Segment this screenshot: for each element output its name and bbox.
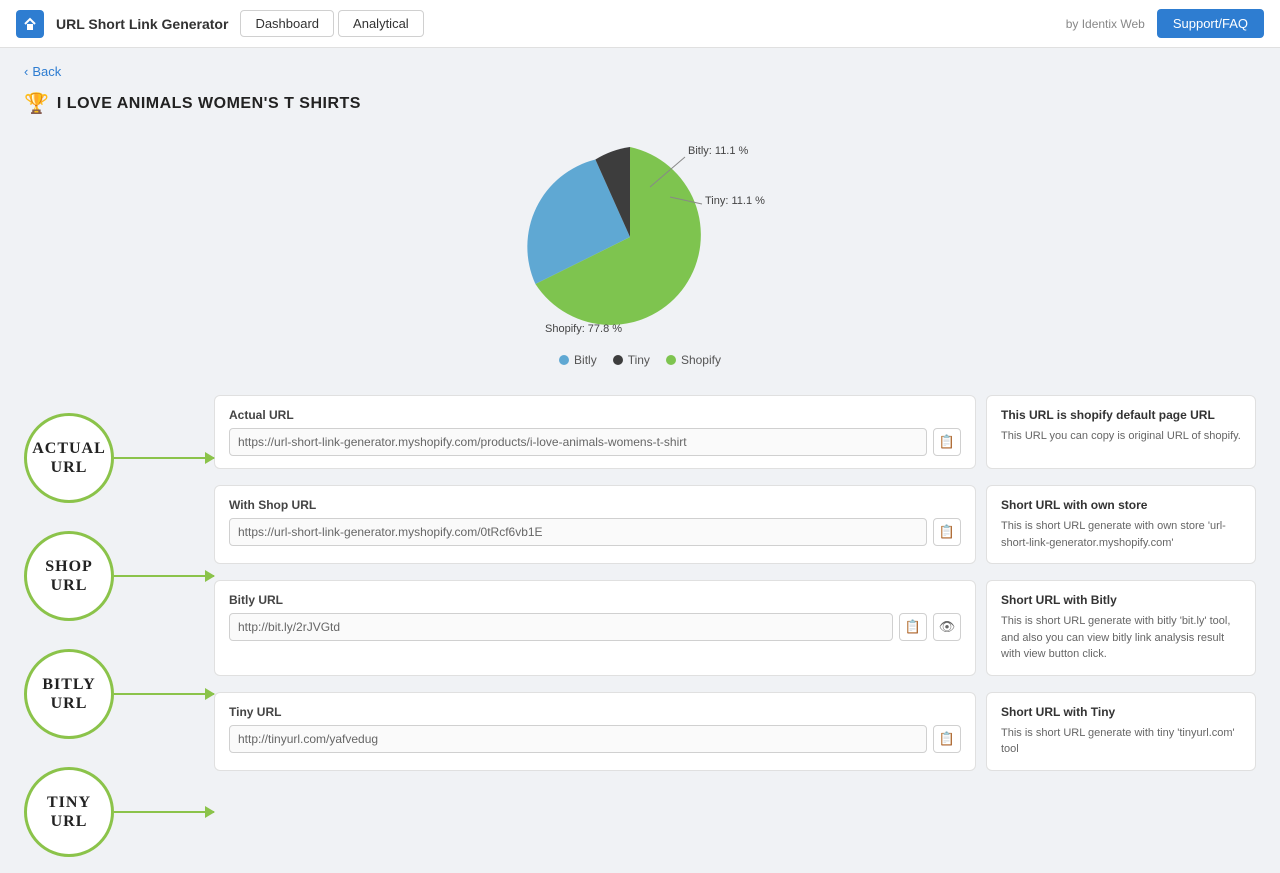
tiny-connector [114, 811, 214, 813]
back-link[interactable]: ‹ Back [24, 64, 61, 79]
chevron-left-icon: ‹ [24, 64, 28, 79]
shop-info-title: Short URL with own store [1001, 498, 1241, 512]
actual-info-card: This URL is shopify default page URL Thi… [986, 395, 1256, 469]
shop-url-bubble: Shop URL [24, 531, 114, 621]
bitly-dot [559, 355, 569, 365]
shopify-annotation: Shopify: 77.8 % [545, 323, 622, 335]
app-logo [16, 10, 44, 38]
shop-url-section: With Shop URL 📋 [214, 485, 976, 564]
shop-copy-button[interactable]: 📋 [933, 518, 961, 546]
legend-shopify: Shopify [666, 353, 721, 367]
actual-url-input-row: 📋 [229, 428, 961, 456]
bitly-row: Bitly URL 📋 👁 Short URL with Bitly This … [214, 580, 1256, 684]
actual-info-title: This URL is shopify default page URL [1001, 408, 1241, 422]
bitly-url-input[interactable] [229, 613, 893, 641]
tiny-info-text: This is short URL generate with tiny 'ti… [1001, 725, 1241, 758]
actual-bubble-wrapper: Actual URL [24, 413, 214, 503]
tiny-url-bubble: Tiny URL [24, 767, 114, 857]
shop-url-input-row: 📋 [229, 518, 961, 546]
legend-shopify-label: Shopify [681, 353, 721, 367]
pie-chart: Bitly: 11.1 % Tiny: 11.1 % Shopify: 77.8… [470, 132, 810, 342]
tiny-row: Tiny URL 📋 Short URL with Tiny This is s… [214, 692, 1256, 779]
bitly-url-input-row: 📋 👁 [229, 613, 961, 641]
tiny-copy-button[interactable]: 📋 [933, 725, 961, 753]
shop-info-card: Short URL with own store This is short U… [986, 485, 1256, 564]
bubbles-column: Actual URL Shop URL Bitly URL [24, 395, 214, 857]
header-nav: Dashboard Analytical [240, 10, 423, 37]
support-faq-button[interactable]: Support/FAQ [1157, 9, 1264, 38]
url-content-layout: Actual URL Shop URL Bitly URL [24, 395, 1256, 857]
chart-legend: Bitly Tiny Shopify [470, 353, 810, 367]
actual-url-bubble: Actual URL [24, 413, 114, 503]
pie-chart-wrapper: Bitly: 11.1 % Tiny: 11.1 % Shopify: 77.8… [470, 132, 810, 367]
tiny-dot [613, 355, 623, 365]
shop-connector [114, 575, 214, 577]
bitly-connector [114, 693, 214, 695]
shop-row: With Shop URL 📋 Short URL with own store… [214, 485, 1256, 572]
bitly-annotation: Bitly: 11.1 % [688, 145, 749, 157]
tiny-bubble-wrapper: Tiny URL [24, 767, 214, 857]
actual-copy-button[interactable]: 📋 [933, 428, 961, 456]
shop-bubble-wrapper: Shop URL [24, 531, 214, 621]
header-left: URL Short Link Generator Dashboard Analy… [16, 10, 424, 38]
dashboard-button[interactable]: Dashboard [240, 10, 334, 37]
main-content: ‹ Back 🏆 I LOVE ANIMALS WOMEN'S T SHIRTS… [0, 48, 1280, 873]
tiny-annotation: Tiny: 11.1 % [705, 195, 765, 207]
bitly-url-bubble: Bitly URL [24, 649, 114, 739]
actual-info-text: This URL you can copy is original URL of… [1001, 428, 1241, 445]
legend-tiny-label: Tiny [628, 353, 650, 367]
actual-url-section: Actual URL 📋 [214, 395, 976, 469]
shopify-dot [666, 355, 676, 365]
tiny-info-card: Short URL with Tiny This is short URL ge… [986, 692, 1256, 771]
bitly-copy-button[interactable]: 📋 [899, 613, 927, 641]
legend-bitly-label: Bitly [574, 353, 597, 367]
actual-url-title: Actual URL [229, 408, 961, 422]
bitly-url-section: Bitly URL 📋 👁 [214, 580, 976, 676]
trophy-icon: 🏆 [24, 91, 49, 116]
legend-tiny: Tiny [613, 353, 650, 367]
bitly-info-card: Short URL with Bitly This is short URL g… [986, 580, 1256, 676]
bitly-view-button[interactable]: 👁 [933, 613, 961, 641]
actual-connector [114, 457, 214, 459]
header: URL Short Link Generator Dashboard Analy… [0, 0, 1280, 48]
bitly-info-title: Short URL with Bitly [1001, 593, 1241, 607]
tiny-info-title: Short URL with Tiny [1001, 705, 1241, 719]
shop-url-title: With Shop URL [229, 498, 961, 512]
page-title: I LOVE ANIMALS WOMEN'S T SHIRTS [57, 95, 361, 113]
by-text: by Identix Web [1066, 17, 1145, 31]
legend-bitly: Bitly [559, 353, 597, 367]
bitly-bubble-wrapper: Bitly URL [24, 649, 214, 739]
bitly-info-text: This is short URL generate with bitly 'b… [1001, 613, 1241, 663]
shop-info-text: This is short URL generate with own stor… [1001, 518, 1241, 551]
actual-row: Actual URL 📋 This URL is shopify default… [214, 395, 1256, 477]
tiny-url-input[interactable] [229, 725, 927, 753]
tiny-url-section: Tiny URL 📋 [214, 692, 976, 771]
tiny-url-input-row: 📋 [229, 725, 961, 753]
bitly-url-title: Bitly URL [229, 593, 961, 607]
shop-url-input[interactable] [229, 518, 927, 546]
chart-section: Bitly: 11.1 % Tiny: 11.1 % Shopify: 77.8… [24, 132, 1256, 375]
page-title-row: 🏆 I LOVE ANIMALS WOMEN'S T SHIRTS [24, 91, 1256, 116]
analytical-button[interactable]: Analytical [338, 10, 424, 37]
tiny-url-title: Tiny URL [229, 705, 961, 719]
actual-url-input[interactable] [229, 428, 927, 456]
app-title: URL Short Link Generator [56, 16, 228, 32]
url-info-column: Actual URL 📋 This URL is shopify default… [214, 395, 1256, 857]
